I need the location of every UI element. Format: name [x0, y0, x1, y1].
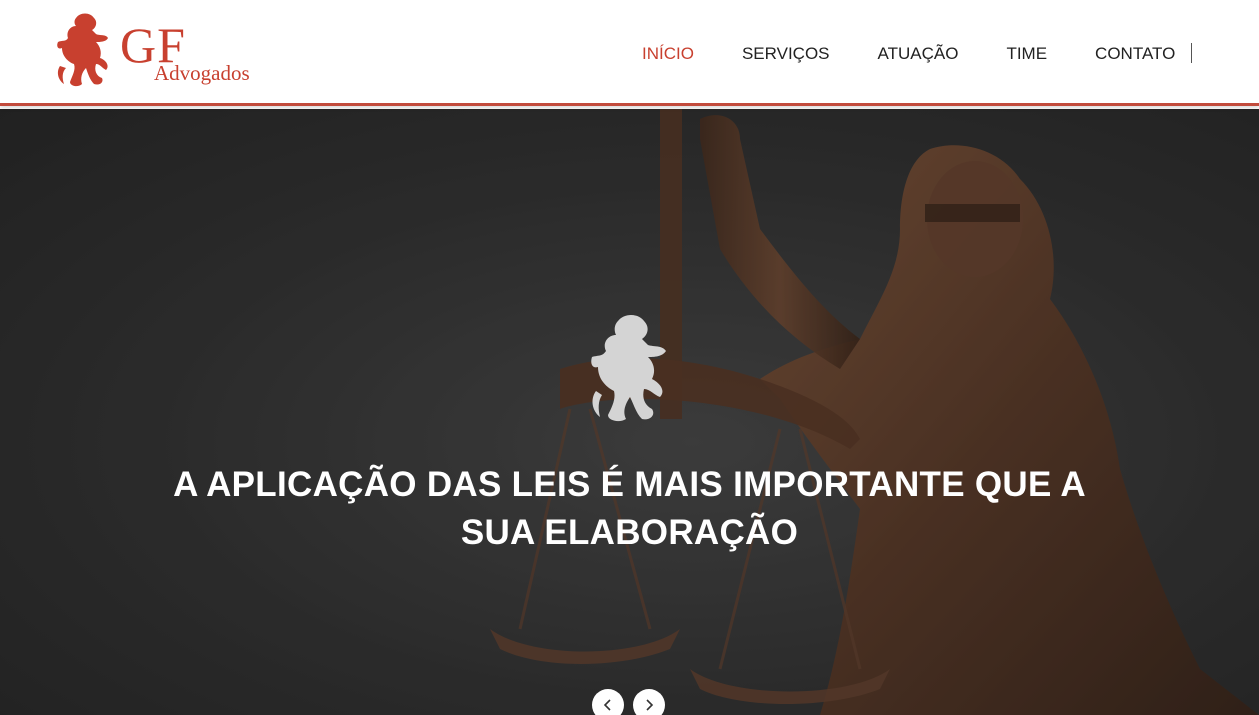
nav-item-time[interactable]: TIME — [1006, 44, 1047, 64]
site-header: GF Advogados INÍCIO SERVIÇOS ATUAÇÃO TIM… — [0, 0, 1259, 106]
nav-divider — [1191, 43, 1192, 63]
chevron-left-icon — [603, 699, 611, 711]
chevron-right-icon — [646, 699, 654, 711]
nav-item-contato[interactable]: CONTATO — [1095, 44, 1175, 64]
hero-slider: A APLICAÇÃO DAS LEIS É MAIS IMPORTANTE Q… — [0, 109, 1259, 715]
carousel-next-button[interactable] — [633, 689, 665, 715]
main-nav: INÍCIO SERVIÇOS ATUAÇÃO TIME CONTATO — [642, 42, 1223, 66]
lion-rampant-icon — [591, 315, 666, 422]
nav-item-inicio[interactable]: INÍCIO — [642, 44, 694, 64]
nav-item-atuacao[interactable]: ATUAÇÃO — [878, 44, 959, 64]
hero-headline: A APLICAÇÃO DAS LEIS É MAIS IMPORTANTE Q… — [173, 465, 1086, 552]
nav-item-servicos[interactable]: SERVIÇOS — [742, 44, 830, 64]
logo-home-link[interactable]: GF Advogados — [56, 12, 266, 90]
carousel-prev-button[interactable] — [592, 689, 624, 715]
lion-logo-icon — [57, 13, 108, 87]
brand-subtitle: Advogados — [154, 61, 250, 85]
